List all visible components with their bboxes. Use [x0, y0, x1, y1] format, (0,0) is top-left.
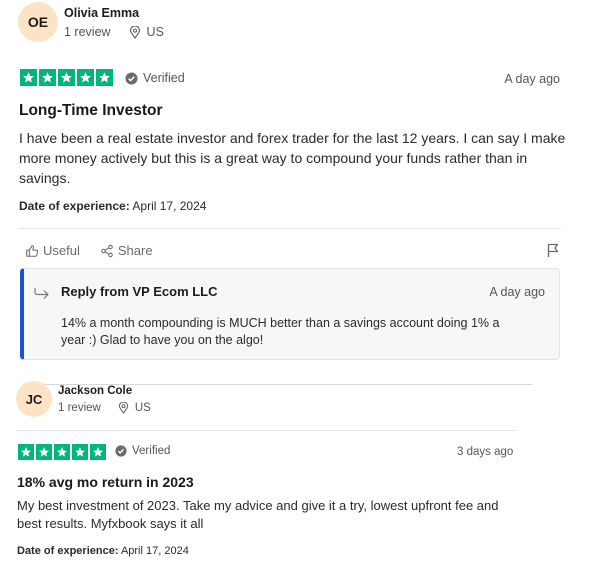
experience-label: Date of experience: [17, 545, 119, 557]
useful-label: Useful [43, 243, 80, 258]
avatar[interactable]: OE [18, 2, 58, 42]
verified-check-icon [125, 71, 138, 85]
review-actions: Useful Share [25, 243, 153, 258]
reviewer-name[interactable]: Olivia Emma [64, 6, 139, 20]
star-icon [72, 444, 88, 460]
avatar[interactable]: JC [16, 381, 52, 417]
location-pin-icon [118, 402, 129, 414]
reviewer-meta: 1 review US [64, 25, 164, 39]
verified-badge[interactable]: Verified [115, 445, 170, 457]
star-icon [20, 69, 37, 86]
reviewer-country: US [146, 25, 164, 39]
share-label: Share [117, 243, 153, 258]
review-body: I have been a real estate investor and f… [19, 130, 566, 186]
star-icon [58, 69, 75, 86]
verified-check-icon [115, 445, 127, 457]
company-reply: Reply from VP Ecom LLC A day ago 14% a m… [20, 268, 560, 360]
verified-label: Verified [132, 445, 171, 457]
star-icon [90, 444, 106, 460]
review-date: A day ago [504, 72, 560, 86]
reply-author: Reply from VP Ecom LLC [61, 284, 218, 299]
divider [16, 430, 516, 431]
share-button[interactable]: Share [100, 243, 153, 258]
review-count: 1 review [64, 25, 111, 39]
review-title[interactable]: Long-Time Investor [19, 102, 163, 120]
star-icon [77, 69, 94, 86]
flag-icon[interactable] [547, 243, 560, 258]
review-body: My best investment of 2023. Take my advi… [17, 498, 499, 531]
reply-arrow-icon [34, 288, 49, 299]
review-title[interactable]: 18% avg mo return in 2023 [17, 474, 194, 490]
reviewer-meta: 1 review US [58, 402, 151, 414]
verified-badge[interactable]: Verified [125, 71, 185, 85]
star-icon [96, 69, 113, 86]
star-icon [18, 444, 34, 460]
location-pin-icon [129, 25, 140, 39]
experience-label: Date of experience: [19, 199, 130, 213]
star-rating [18, 444, 106, 460]
reviewer-name[interactable]: Jackson Cole [58, 385, 132, 397]
reply-text: 14% a month compounding is MUCH better t… [61, 316, 500, 347]
date-of-experience: Date of experience: April 17, 2024 [19, 199, 206, 213]
useful-button[interactable]: Useful [25, 243, 80, 258]
reply-date: A day ago [489, 285, 545, 299]
star-rating [20, 69, 113, 86]
experience-date: April 17, 2024 [132, 199, 207, 213]
experience-date: April 17, 2024 [120, 545, 189, 557]
review-date: 3 days ago [457, 446, 514, 458]
star-icon [39, 69, 56, 86]
share-icon [101, 244, 113, 257]
thumbs-up-icon [26, 244, 39, 257]
reviewer-country: US [134, 402, 151, 414]
date-of-experience: Date of experience: April 17, 2024 [17, 545, 189, 557]
divider [19, 228, 561, 229]
star-icon [36, 444, 52, 460]
verified-label: Verified [143, 71, 185, 85]
star-icon [54, 444, 70, 460]
review-count: 1 review [58, 402, 101, 414]
